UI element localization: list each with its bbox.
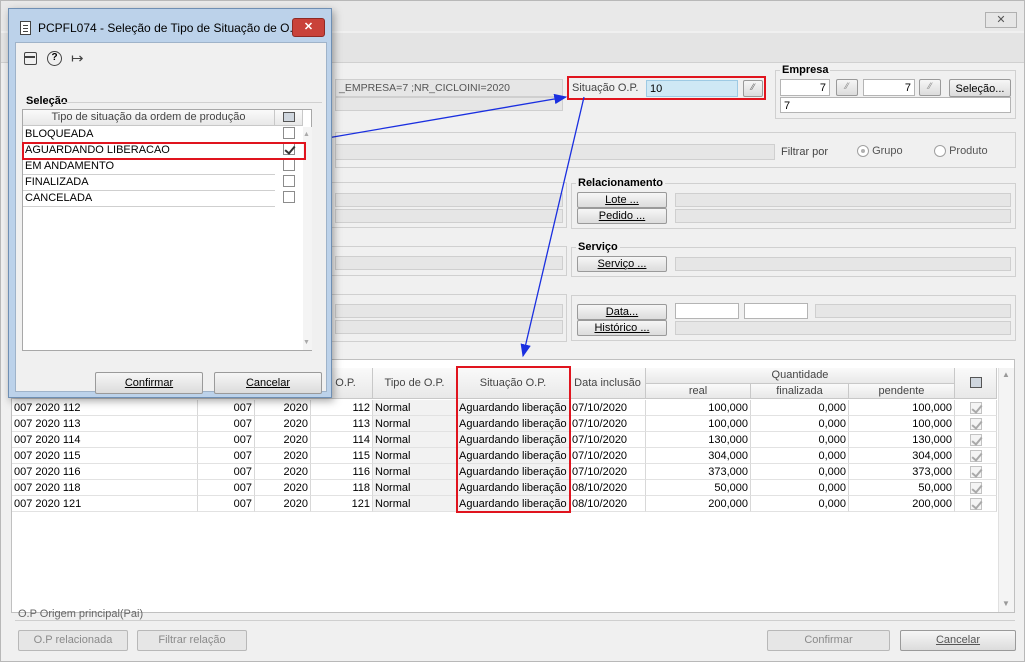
scroll-up-icon[interactable]: ▲	[303, 131, 310, 138]
situacao-checkbox-cell	[275, 191, 303, 207]
selection-dialog: PCPFL074 - Seleção de Tipo de Situação d…	[8, 8, 332, 398]
situacao-checkbox[interactable]	[283, 127, 295, 140]
arrow-to-situacao-column	[520, 96, 585, 358]
selecao-section-title: Seleção	[26, 95, 68, 107]
help-icon[interactable]: ?	[47, 51, 62, 66]
dialog-title: PCPFL074 - Seleção de Tipo de Situação d…	[38, 21, 300, 35]
selecao-group-line	[60, 102, 322, 103]
exit-icon[interactable]: ↦	[71, 49, 84, 67]
select-all-icon[interactable]	[282, 112, 295, 122]
situacao-checkbox-cell	[275, 159, 303, 175]
situacao-list-item[interactable]: FINALIZADA	[23, 175, 275, 191]
calendar-icon[interactable]	[24, 52, 37, 65]
close-icon: ✕	[303, 21, 314, 33]
situacao-checkbox-cell	[275, 127, 303, 143]
situacao-checkbox-cell	[275, 175, 303, 191]
dialog-app-icon	[20, 21, 31, 35]
situacao-list-item[interactable]: EM ANDAMENTO	[23, 159, 275, 175]
aguardando-highlight	[22, 142, 306, 160]
list-scrollbar[interactable]: ▲ ▼	[303, 127, 312, 350]
situacao-checkbox[interactable]	[283, 191, 295, 204]
list-header-label: Tipo de situação da ordem de produção	[23, 110, 275, 126]
dialog-confirmar-button[interactable]: Confirmar	[95, 372, 203, 394]
dialog-body: ? ↦ Seleção Tipo de situação da ordem de…	[15, 42, 327, 394]
list-header-select-all[interactable]	[275, 110, 303, 126]
dialog-confirmar-label: Confirmar	[124, 377, 174, 389]
scroll-down-icon[interactable]: ▼	[303, 339, 310, 346]
arrow-to-situacao-field	[303, 93, 568, 143]
situacao-checkbox[interactable]	[283, 175, 295, 188]
dialog-cancelar-button[interactable]: Cancelar	[214, 372, 322, 394]
dialog-cancelar-label: Cancelar	[245, 377, 291, 389]
situacao-list-item[interactable]: CANCELADA	[23, 191, 275, 207]
situacao-list-item[interactable]: BLOQUEADA	[23, 127, 275, 143]
dialog-close-button[interactable]: ✕	[292, 18, 325, 37]
situacao-checkbox[interactable]	[283, 159, 295, 172]
